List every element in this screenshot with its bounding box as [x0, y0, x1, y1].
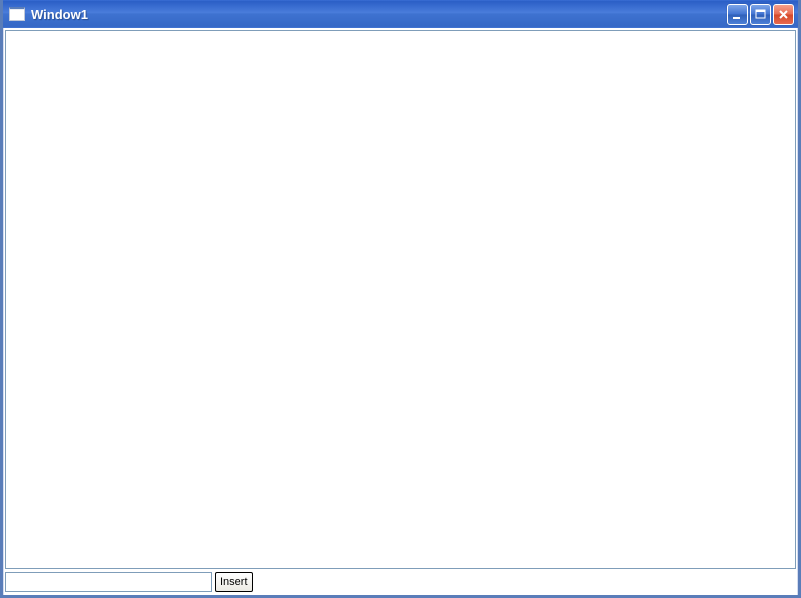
maximize-button[interactable]: [750, 4, 771, 25]
maximize-icon: [755, 9, 766, 20]
bottom-toolbar: Insert: [5, 572, 796, 594]
minimize-icon: [732, 9, 743, 20]
app-icon: [9, 7, 25, 21]
window-title: Window1: [31, 7, 727, 22]
client-area: Insert: [3, 28, 798, 595]
content-panel: [5, 30, 796, 569]
title-bar[interactable]: Window1: [3, 0, 798, 28]
close-icon: [778, 9, 789, 20]
close-button[interactable]: [773, 4, 794, 25]
minimize-button[interactable]: [727, 4, 748, 25]
window-controls: [727, 4, 794, 25]
application-window: Window1 Insert: [0, 0, 801, 598]
text-input[interactable]: [5, 572, 212, 592]
insert-button[interactable]: Insert: [215, 572, 253, 592]
